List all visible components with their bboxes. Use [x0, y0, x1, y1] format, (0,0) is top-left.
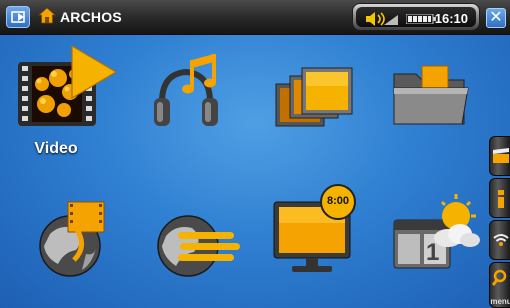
tv-clock-badge: 8:00: [326, 195, 350, 207]
search-icon: [492, 269, 507, 286]
side-menu-button[interactable]: menu: [489, 262, 510, 308]
side-menu-label: menu: [490, 297, 510, 306]
menu-item-video-label: Video: [34, 140, 78, 157]
close-button[interactable]: ✕: [486, 8, 506, 28]
side-video-button[interactable]: [489, 136, 510, 176]
menu-item-web[interactable]: [154, 194, 264, 304]
home-icon[interactable]: [38, 7, 56, 25]
side-info-button[interactable]: [489, 178, 510, 218]
speaker-volume-icon[interactable]: [364, 11, 400, 27]
top-bar: ARCHOS 16:10 ✕: [0, 0, 510, 35]
menu-item-tv[interactable]: 8:00: [270, 180, 380, 290]
weather-calendar-icon: 1: [393, 194, 480, 269]
headphones-music-icon: [154, 54, 218, 126]
folder-icon: [393, 65, 469, 125]
menu-item-files[interactable]: [386, 44, 496, 154]
clock-time: 16:10: [434, 11, 468, 26]
clapper-icon: [493, 148, 509, 163]
back-arrow-icon: [11, 11, 25, 23]
menu-item-internet-media[interactable]: [30, 194, 140, 304]
tv-clock-icon: [273, 184, 356, 272]
side-wifi-button[interactable]: [489, 220, 510, 260]
menu-item-music[interactable]: [146, 44, 256, 154]
menu-item-video[interactable]: Video: [12, 44, 122, 157]
app-title: ARCHOS: [60, 9, 122, 25]
battery-icon: [406, 14, 436, 24]
back-button[interactable]: [6, 6, 30, 28]
info-icon: [498, 190, 504, 208]
photo-stack-icon: [275, 67, 353, 127]
wifi-icon: [493, 234, 509, 246]
status-panel: 16:10: [352, 3, 480, 31]
menu-item-photo[interactable]: [268, 44, 378, 154]
globe-film-icon: [39, 201, 105, 277]
video-film-icon: [18, 44, 118, 126]
globe-web-icon: [157, 215, 240, 277]
menu-item-weather[interactable]: 1: [388, 190, 498, 300]
